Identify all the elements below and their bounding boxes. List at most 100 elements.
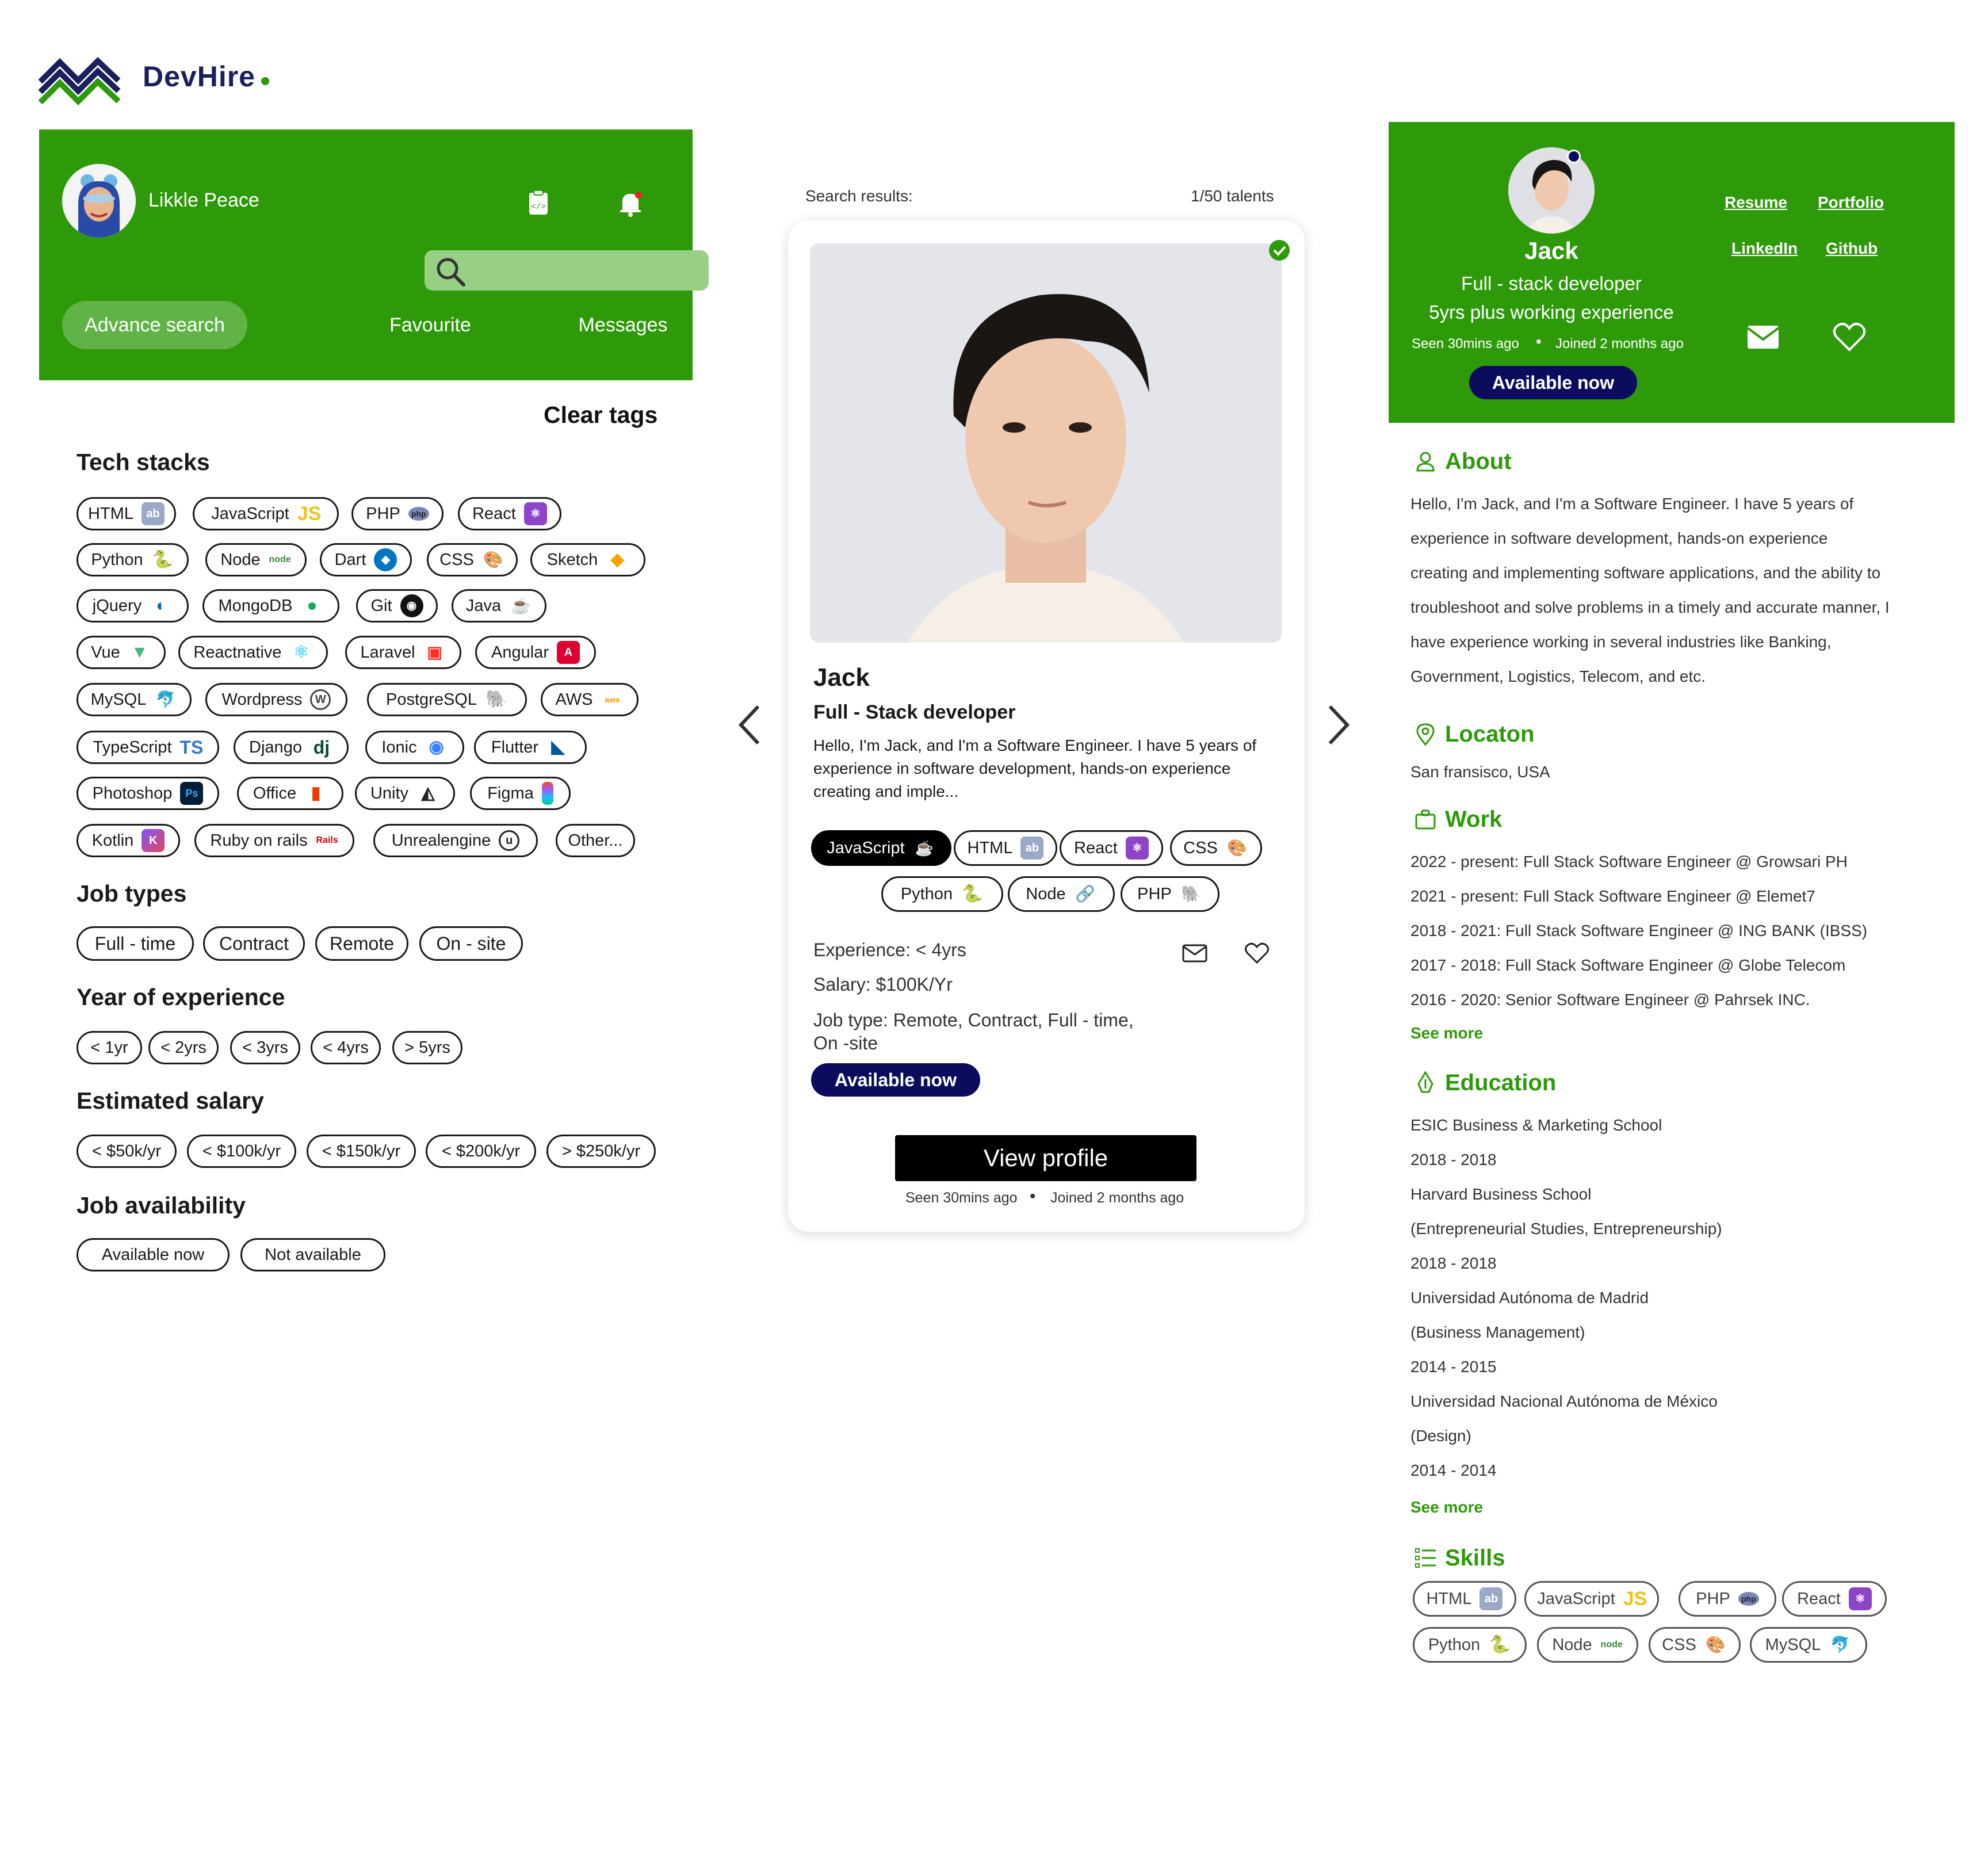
tab-advance-search[interactable]: Advance search — [62, 301, 247, 349]
tag-reactnative[interactable]: Reactnative ⚛ — [178, 636, 328, 669]
tag-salary-50k[interactable]: < $50k/yr — [77, 1135, 177, 1168]
bell-icon[interactable] — [614, 187, 647, 219]
profile-avatar — [1508, 147, 1595, 234]
postgresql-icon: 🐘 — [485, 690, 507, 709]
profile-photo — [1508, 147, 1595, 234]
chevron-right-icon[interactable] — [1324, 702, 1353, 748]
tag-javascript[interactable]: JavaScript JS — [193, 497, 339, 530]
tag-ruby-on-rails[interactable]: Ruby on rails Rails — [194, 824, 354, 857]
tab-favourite[interactable]: Favourite — [338, 301, 522, 349]
tag-laravel[interactable]: Laravel ▣ — [345, 636, 461, 669]
tag-angular[interactable]: Angular A — [475, 636, 596, 669]
linkedin-link[interactable]: LinkedIn — [1731, 239, 1798, 258]
card-tag-node[interactable]: Node 🔗 — [1008, 876, 1115, 912]
tag-salary-100k[interactable]: < $100k/yr — [187, 1135, 296, 1168]
card-tag-php[interactable]: PHP 🐘 — [1121, 876, 1219, 912]
unity-icon: ◭ — [421, 784, 435, 803]
portfolio-link[interactable]: Portfolio — [1818, 193, 1884, 212]
svg-text:</>: </> — [531, 203, 545, 212]
profile-header: Jack Full - stack developer 5yrs plus wo… — [1389, 122, 1955, 423]
tag-exp-3yrs[interactable]: < 3yrs — [230, 1031, 300, 1064]
clear-tags-button[interactable]: Clear tags — [544, 402, 657, 429]
chevron-left-icon[interactable] — [735, 702, 764, 748]
tag-css[interactable]: CSS 🎨 — [427, 543, 518, 576]
card-tag-python[interactable]: Python 🐍 — [881, 876, 1003, 912]
tag-ionic[interactable]: Ionic ◉ — [365, 731, 464, 764]
card-tag-html[interactable]: HTML ab — [954, 830, 1057, 866]
tag-label: PHP — [1696, 1589, 1730, 1608]
tag-not-available[interactable]: Not available — [240, 1238, 385, 1271]
mail-icon[interactable] — [1745, 321, 1781, 353]
tag-mysql[interactable]: MySQL 🐬 — [77, 683, 192, 716]
tag-label: JavaScript — [211, 504, 289, 523]
tag-jquery[interactable]: jQuery ◐ — [77, 589, 189, 623]
tag-php[interactable]: PHP php — [351, 497, 444, 530]
tab-messages[interactable]: Messages — [545, 301, 701, 349]
tag-contract[interactable]: Contract — [203, 926, 305, 961]
tag-salary-200k[interactable]: < $200k/yr — [426, 1135, 536, 1168]
tag-java[interactable]: Java ☕ — [452, 589, 546, 623]
laravel-icon: ▣ — [427, 643, 442, 661]
clipboard-code-icon[interactable]: </> — [522, 187, 555, 219]
education-item: 2014 - 2015 — [1410, 1358, 1497, 1376]
tag-html[interactable]: HTML ab — [77, 497, 176, 530]
mysql-icon: 🐬 — [1830, 1636, 1851, 1653]
tag-label: jQuery — [92, 596, 142, 615]
card-tag-css[interactable]: CSS 🎨 — [1170, 830, 1262, 866]
tag-full-time[interactable]: Full - time — [77, 926, 194, 961]
tag-figma[interactable]: Figma — [470, 777, 571, 810]
tag-exp-5yrs[interactable]: > 5yrs — [392, 1031, 462, 1064]
mongodb-icon: ● — [307, 596, 318, 615]
search-input[interactable] — [425, 250, 709, 291]
tag-exp-1yr[interactable]: < 1yr — [77, 1031, 142, 1064]
work-see-more-link[interactable]: See more — [1410, 1024, 1483, 1042]
tag-node[interactable]: Node node — [205, 543, 307, 576]
resume-link[interactable]: Resume — [1725, 193, 1787, 212]
tag-unity[interactable]: Unity ◭ — [355, 777, 455, 810]
tag-dart[interactable]: Dart ◆ — [320, 543, 412, 576]
tag-on-site[interactable]: On - site — [419, 926, 523, 961]
view-profile-button[interactable]: View profile — [895, 1135, 1196, 1181]
tag-kotlin[interactable]: Kotlin K — [77, 824, 180, 857]
talent-name: Jack — [813, 663, 870, 692]
tag-exp-2yrs[interactable]: < 2yrs — [148, 1031, 219, 1064]
heart-icon[interactable] — [1244, 942, 1270, 965]
tag-typescript[interactable]: TypeScript TS — [77, 731, 219, 764]
user-avatar[interactable] — [62, 164, 136, 238]
tag-salary-150k[interactable]: < $150k/yr — [307, 1135, 416, 1168]
tag-sketch[interactable]: Sketch ◆ — [530, 543, 645, 576]
about-line: experience in software development, hand… — [1410, 529, 1828, 547]
tag-wordpress[interactable]: Wordpress W — [205, 683, 347, 716]
tag-git[interactable]: Git ◉ — [356, 589, 438, 623]
tag-salary-250k[interactable]: > $250k/yr — [546, 1135, 656, 1168]
about-line: Government, Logistics, Telecom, and etc. — [1410, 667, 1706, 685]
coffee-icon: ☕ — [915, 839, 934, 857]
tag-other[interactable]: Other... — [556, 824, 635, 857]
card-tag-javascript[interactable]: JavaScript ☕ — [811, 830, 951, 866]
education-see-more-link[interactable]: See more — [1410, 1498, 1483, 1517]
tag-postgresql[interactable]: PostgreSQL 🐘 — [367, 683, 527, 716]
heart-icon[interactable] — [1832, 321, 1867, 353]
card-tag-react[interactable]: React ⚛ — [1060, 830, 1163, 866]
dart-icon: ◆ — [374, 548, 397, 571]
tag-photoshop[interactable]: Photoshop Ps — [77, 777, 219, 810]
ionic-icon: ◉ — [429, 738, 444, 757]
tag-aws[interactable]: AWS aws — [541, 683, 639, 716]
tag-python[interactable]: Python 🐍 — [77, 543, 189, 576]
tag-exp-4yrs[interactable]: < 4yrs — [311, 1031, 381, 1064]
tag-django[interactable]: Django dj — [234, 731, 349, 764]
tag-mongodb[interactable]: MongoDB ● — [202, 589, 339, 623]
profile-seen: Seen 30mins ago — [1412, 336, 1519, 352]
tag-available-now[interactable]: Available now — [77, 1238, 230, 1271]
tag-remote[interactable]: Remote — [315, 926, 408, 961]
tag-office[interactable]: Office ▮ — [237, 777, 343, 810]
tag-unrealengine[interactable]: Unrealengine u — [373, 824, 538, 857]
tag-vue[interactable]: Vue ▼ — [77, 636, 166, 669]
tag-react[interactable]: React ⚛ — [458, 497, 561, 530]
seen-time: Seen 30mins ago — [905, 1190, 1018, 1206]
tag-flutter[interactable]: Flutter ◣ — [474, 731, 587, 764]
github-link[interactable]: Github — [1826, 239, 1878, 258]
mail-icon[interactable] — [1182, 942, 1208, 965]
talent-description: Hello, I'm Jack, and I'm a Software Engi… — [813, 736, 1257, 800]
tag-label: PHP — [1137, 884, 1172, 903]
